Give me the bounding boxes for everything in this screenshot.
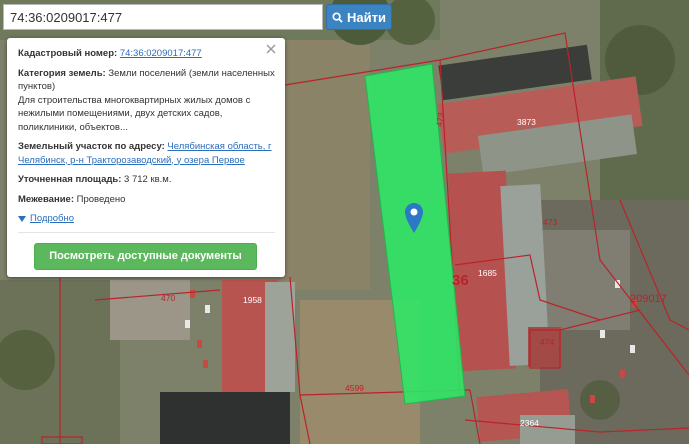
search-box[interactable] — [3, 4, 323, 30]
cadastral-number-link[interactable]: 74:36:0209017:477 — [120, 48, 202, 59]
cadastral-number-label: Кадастровый номер: — [18, 48, 118, 59]
survey-label: Межевание: — [18, 193, 74, 205]
chevron-down-icon — [18, 215, 26, 222]
search-input[interactable] — [4, 5, 322, 29]
building-2364 — [476, 389, 575, 444]
search-button[interactable]: Найти — [326, 4, 392, 30]
view-documents-button[interactable]: Посмотреть доступные документы — [34, 243, 257, 270]
parcel-info-panel: Кадастровый номер: 74:36:0209017:477 Кат… — [7, 38, 285, 277]
details-toggle[interactable]: Подробно — [18, 212, 74, 226]
land-category-label: Категория земель: — [18, 67, 106, 79]
map-label: 474 — [540, 337, 554, 347]
map-label: 473 — [434, 112, 446, 128]
cadastral-number-row: Кадастровый номер: 74:36:0209017:477 — [18, 47, 275, 61]
search-icon — [332, 11, 343, 23]
close-icon[interactable] — [265, 43, 277, 55]
map-label: 4599 — [345, 383, 364, 393]
details-label: Подробно — [30, 213, 74, 224]
building-474 — [528, 327, 561, 367]
map-label-quarter: 209017 — [630, 293, 667, 305]
address-label: Земельный участок по адресу: — [18, 141, 165, 152]
address-row: Земельный участок по адресу: Челябинская… — [18, 140, 275, 167]
land-category-row: Категория земель: Земли поселений (земли… — [18, 67, 275, 135]
survey-value: Проведено — [76, 193, 126, 205]
divider — [18, 232, 275, 234]
map-label: 1685 — [478, 268, 497, 278]
map-label: 470 — [161, 293, 175, 303]
area-label: Уточненная площадь: — [18, 174, 122, 185]
map-label: 1958 — [243, 295, 262, 305]
area-value: 3 712 кв.м. — [124, 174, 172, 185]
map-label-block: 36 — [452, 272, 469, 289]
map-label: 2364 — [520, 418, 539, 428]
survey-row: Межевание: Проведено — [18, 193, 275, 207]
map-label: 473 — [543, 217, 557, 227]
area-row: Уточненная площадь: 3 712 кв.м. — [18, 173, 275, 187]
map-pin-icon[interactable] — [405, 203, 423, 233]
search-button-label: Найти — [347, 9, 386, 25]
map-label: 3873 — [517, 117, 536, 127]
land-purpose-value: Для строительства многоквартирных жилых … — [18, 94, 251, 133]
